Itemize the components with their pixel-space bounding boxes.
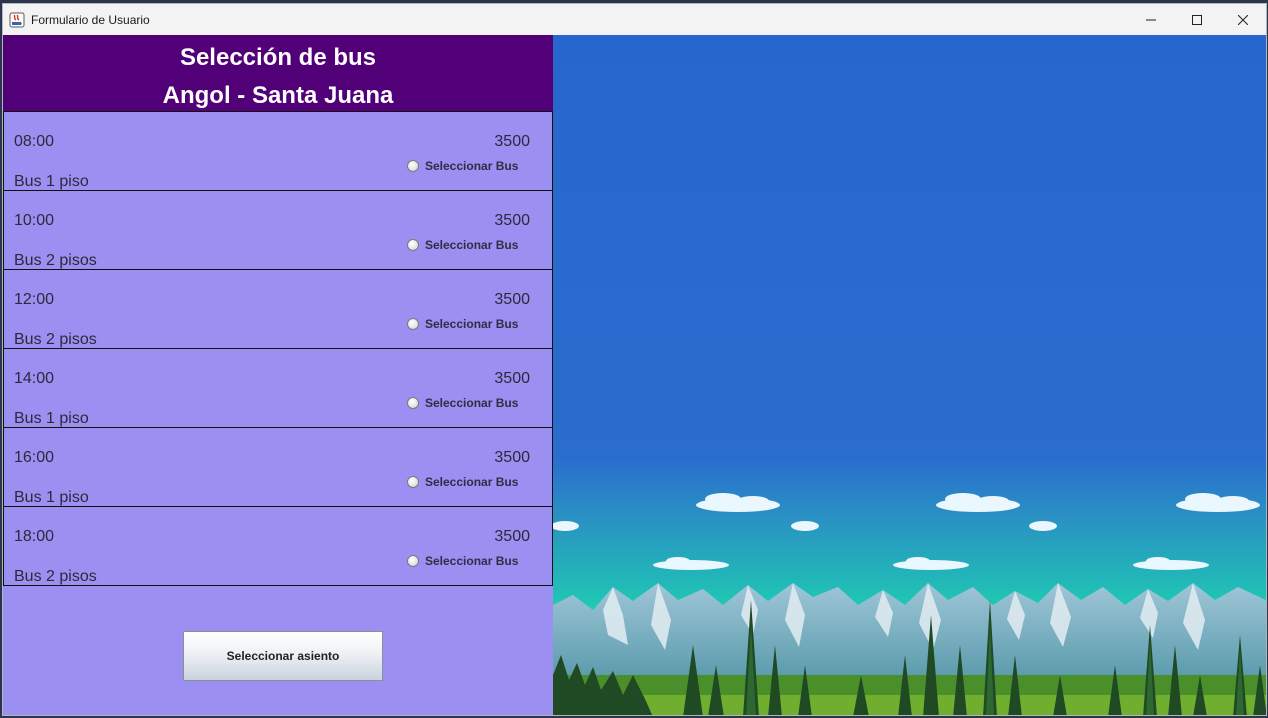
select-bus-label[interactable]: Seleccionar Bus — [425, 159, 518, 173]
bus-price: 3500 — [494, 528, 530, 545]
bus-row: 12:00 3500 Bus 2 pisos Seleccionar Bus — [3, 269, 553, 349]
landscape-background-image — [553, 35, 1266, 715]
select-bus-radio[interactable]: Seleccionar Bus — [407, 396, 518, 410]
route-title: Angol - Santa Juana — [162, 82, 394, 109]
radio-button-icon[interactable] — [407, 239, 419, 251]
bus-row: 08:00 3500 Bus 1 piso Seleccionar Bus — [3, 111, 553, 191]
app-window: Formulario de Usuario Selección de bus A… — [2, 3, 1267, 716]
minimize-icon[interactable] — [1128, 4, 1174, 35]
content-area: Selección de bus Angol - Santa Juana 08:… — [3, 35, 1266, 715]
maximize-icon[interactable] — [1174, 4, 1220, 35]
bus-time: 16:00 — [14, 449, 55, 466]
bus-type: Bus 2 pisos — [14, 568, 97, 585]
bus-type: Bus 1 piso — [14, 489, 89, 506]
bus-price: 3500 — [494, 449, 530, 466]
bus-time: 10:00 — [14, 212, 55, 229]
select-bus-label[interactable]: Seleccionar Bus — [425, 238, 518, 252]
select-bus-radio[interactable]: Seleccionar Bus — [407, 238, 518, 252]
bus-type: Bus 1 piso — [14, 410, 89, 427]
select-seat-button[interactable]: Seleccionar asiento — [183, 631, 383, 681]
radio-button-icon[interactable] — [407, 555, 419, 567]
select-bus-label[interactable]: Seleccionar Bus — [425, 396, 518, 410]
select-bus-label[interactable]: Seleccionar Bus — [425, 475, 518, 489]
bus-type: Bus 2 pisos — [14, 331, 97, 348]
select-bus-label[interactable]: Seleccionar Bus — [425, 317, 518, 331]
select-bus-radio[interactable]: Seleccionar Bus — [407, 159, 518, 173]
select-bus-radio[interactable]: Seleccionar Bus — [407, 475, 518, 489]
bus-selection-panel: Selección de bus Angol - Santa Juana 08:… — [3, 35, 553, 715]
bus-row: 18:00 3500 Bus 2 pisos Seleccionar Bus — [3, 506, 553, 586]
bus-time: 18:00 — [14, 528, 55, 545]
bus-time: 12:00 — [14, 291, 55, 308]
bus-price: 3500 — [494, 212, 530, 229]
select-bus-label[interactable]: Seleccionar Bus — [425, 554, 518, 568]
page-title: Selección de bus — [179, 44, 377, 71]
bus-price: 3500 — [494, 291, 530, 308]
select-bus-radio[interactable]: Seleccionar Bus — [407, 554, 518, 568]
panel-header: Selección de bus Angol - Santa Juana — [3, 35, 553, 111]
bus-type: Bus 2 pisos — [14, 252, 97, 269]
java-app-icon — [9, 12, 25, 28]
close-icon[interactable] — [1220, 4, 1266, 35]
select-bus-radio[interactable]: Seleccionar Bus — [407, 317, 518, 331]
bus-row: 10:00 3500 Bus 2 pisos Seleccionar Bus — [3, 190, 553, 270]
bus-row: 16:00 3500 Bus 1 piso Seleccionar Bus — [3, 427, 553, 507]
radio-button-icon[interactable] — [407, 160, 419, 172]
bus-time: 14:00 — [14, 370, 55, 387]
radio-button-icon[interactable] — [407, 318, 419, 330]
bus-price: 3500 — [494, 370, 530, 387]
radio-button-icon[interactable] — [407, 397, 419, 409]
bus-price: 3500 — [494, 133, 530, 150]
title-bar[interactable]: Formulario de Usuario — [3, 4, 1266, 35]
window-title: Formulario de Usuario — [31, 12, 150, 27]
bus-list: 08:00 3500 Bus 1 piso Seleccionar Bus 10… — [3, 111, 553, 586]
bus-row: 14:00 3500 Bus 1 piso Seleccionar Bus — [3, 348, 553, 428]
window-controls — [1128, 4, 1266, 35]
bus-type: Bus 1 piso — [14, 173, 89, 190]
bus-time: 08:00 — [14, 133, 55, 150]
radio-button-icon[interactable] — [407, 476, 419, 488]
